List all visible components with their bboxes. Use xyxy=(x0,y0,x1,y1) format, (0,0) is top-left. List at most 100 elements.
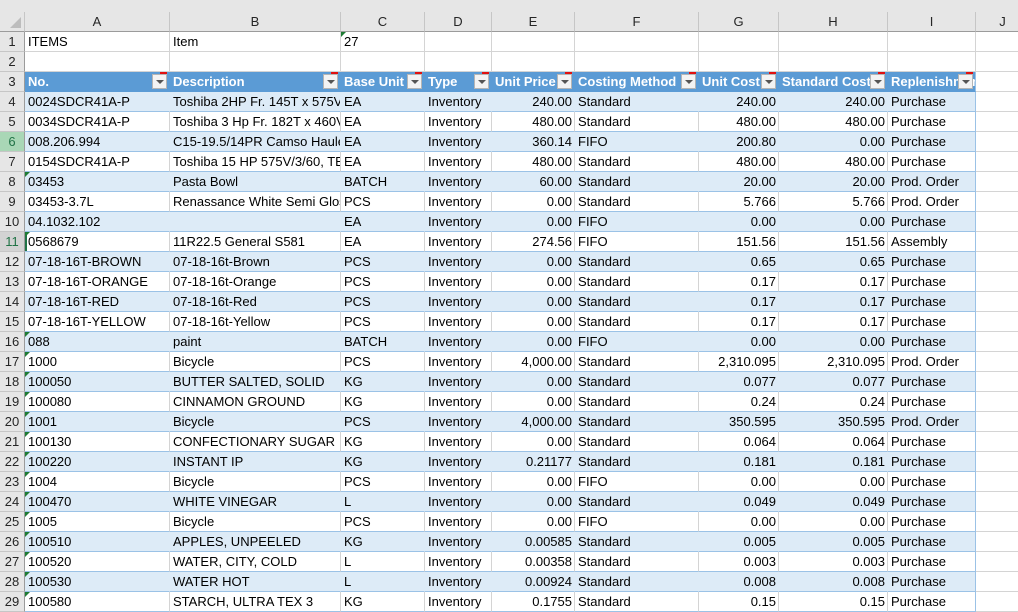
empty-cell[interactable] xyxy=(888,52,976,72)
cell-type[interactable]: Inventory xyxy=(425,472,492,492)
cell-method[interactable]: Standard xyxy=(575,152,699,172)
cell-type[interactable]: Inventory xyxy=(425,392,492,412)
cell-scost[interactable]: 0.17 xyxy=(779,312,888,332)
cell-price[interactable]: 0.00 xyxy=(492,512,575,532)
cell-no[interactable]: 100510 xyxy=(25,532,170,552)
cell-price[interactable]: 0.00 xyxy=(492,212,575,232)
cell-price[interactable]: 0.00 xyxy=(492,372,575,392)
column-header-f[interactable]: F xyxy=(575,12,699,32)
cell-price[interactable]: 0.00358 xyxy=(492,552,575,572)
cell-method[interactable]: Standard xyxy=(575,532,699,552)
cell-no[interactable]: 100080 xyxy=(25,392,170,412)
cell-method[interactable]: Standard xyxy=(575,252,699,272)
filter-dropdown-icon[interactable] xyxy=(681,72,696,89)
row-header[interactable]: 16 xyxy=(0,332,25,352)
row-header[interactable]: 26 xyxy=(0,532,25,552)
cell-scost[interactable]: 0.049 xyxy=(779,492,888,512)
cell-desc[interactable]: Toshiba 2HP Fr. 145T x 575V xyxy=(170,92,341,112)
cell-type[interactable]: Inventory xyxy=(425,372,492,392)
column-header-a[interactable]: A xyxy=(25,12,170,32)
row-header[interactable]: 5 xyxy=(0,112,25,132)
cell-repl[interactable]: Purchase xyxy=(888,452,976,472)
row-header[interactable]: 21 xyxy=(0,432,25,452)
cell-scost[interactable]: 0.064 xyxy=(779,432,888,452)
cell-no[interactable]: 04.1032.102 xyxy=(25,212,170,232)
cell-type[interactable]: Inventory xyxy=(425,312,492,332)
cell-desc[interactable]: CINNAMON GROUND xyxy=(170,392,341,412)
cell-price[interactable]: 480.00 xyxy=(492,152,575,172)
cell-unit[interactable]: PCS xyxy=(341,512,425,532)
cell-price[interactable]: 480.00 xyxy=(492,112,575,132)
row-header[interactable]: 7 xyxy=(0,152,25,172)
filter-dropdown-icon[interactable] xyxy=(407,72,422,89)
empty-cell[interactable] xyxy=(699,52,779,72)
cell-method[interactable]: FIFO xyxy=(575,472,699,492)
empty-cell[interactable] xyxy=(341,52,425,72)
cell-method[interactable]: Standard xyxy=(575,452,699,472)
cell-no[interactable]: 1004 xyxy=(25,472,170,492)
row-header[interactable]: 24 xyxy=(0,492,25,512)
table-header-unit-price[interactable]: Unit Price xyxy=(492,72,575,92)
cell-no[interactable]: 07-18-16T-ORANGE xyxy=(25,272,170,292)
cell-unit[interactable]: EA xyxy=(341,112,425,132)
cell-price[interactable]: 0.21177 xyxy=(492,452,575,472)
row-header[interactable]: 19 xyxy=(0,392,25,412)
cell-scost[interactable]: 0.181 xyxy=(779,452,888,472)
empty-cell[interactable] xyxy=(976,272,1018,292)
table-header-no[interactable]: No. xyxy=(25,72,170,92)
row-header[interactable]: 8 xyxy=(0,172,25,192)
empty-cell[interactable] xyxy=(575,52,699,72)
row-header[interactable]: 20 xyxy=(0,412,25,432)
cell-ucost[interactable]: 0.00 xyxy=(699,512,779,532)
cell-repl[interactable]: Purchase xyxy=(888,532,976,552)
cell-repl[interactable]: Purchase xyxy=(888,552,976,572)
cell-method[interactable]: Standard xyxy=(575,292,699,312)
cell-unit[interactable]: PCS xyxy=(341,412,425,432)
filter-dropdown-icon[interactable] xyxy=(152,72,167,89)
empty-cell[interactable] xyxy=(699,32,779,52)
cell-price[interactable]: 0.1755 xyxy=(492,592,575,612)
cell-desc[interactable]: WATER HOT xyxy=(170,572,341,592)
cell-ucost[interactable]: 0.24 xyxy=(699,392,779,412)
cell-scost[interactable]: 240.00 xyxy=(779,92,888,112)
cell-ucost[interactable]: 0.17 xyxy=(699,312,779,332)
cell-ucost[interactable]: 0.008 xyxy=(699,572,779,592)
empty-cell[interactable] xyxy=(976,412,1018,432)
cell-no[interactable]: 03453-3.7L xyxy=(25,192,170,212)
cell-ucost[interactable]: 0.15 xyxy=(699,592,779,612)
row-header[interactable]: 4 xyxy=(0,92,25,112)
row-header[interactable]: 10 xyxy=(0,212,25,232)
cell-desc[interactable]: Renassance White Semi Gloss xyxy=(170,192,341,212)
cell-scost[interactable]: 0.24 xyxy=(779,392,888,412)
empty-cell[interactable] xyxy=(976,492,1018,512)
cell-no[interactable]: 1001 xyxy=(25,412,170,432)
cell-method[interactable]: FIFO xyxy=(575,512,699,532)
cell-no[interactable]: 100520 xyxy=(25,552,170,572)
row-header[interactable]: 25 xyxy=(0,512,25,532)
cell-ucost[interactable]: 20.00 xyxy=(699,172,779,192)
cell-price[interactable]: 0.00924 xyxy=(492,572,575,592)
cell-unit[interactable]: EA xyxy=(341,212,425,232)
empty-cell[interactable] xyxy=(888,32,976,52)
cell-scost[interactable]: 0.00 xyxy=(779,472,888,492)
table-header-replenishment[interactable]: Replenishment System xyxy=(888,72,976,92)
cell-method[interactable]: Standard xyxy=(575,572,699,592)
empty-cell[interactable] xyxy=(779,32,888,52)
cell-desc[interactable]: paint xyxy=(170,332,341,352)
empty-cell[interactable] xyxy=(976,312,1018,332)
cell-method[interactable]: Standard xyxy=(575,192,699,212)
cell-scost[interactable]: 0.00 xyxy=(779,512,888,532)
cell-repl[interactable]: Purchase xyxy=(888,92,976,112)
empty-cell[interactable] xyxy=(976,112,1018,132)
cell-scost[interactable]: 0.65 xyxy=(779,252,888,272)
cell-scost[interactable]: 0.17 xyxy=(779,292,888,312)
cell-unit[interactable]: KG xyxy=(341,392,425,412)
cell-scost[interactable]: 350.595 xyxy=(779,412,888,432)
cell-scost[interactable]: 480.00 xyxy=(779,152,888,172)
empty-cell[interactable] xyxy=(779,52,888,72)
cell-a1[interactable]: ITEMS xyxy=(25,32,170,52)
cell-unit[interactable]: PCS xyxy=(341,352,425,372)
cell-repl[interactable]: Purchase xyxy=(888,472,976,492)
column-header-g[interactable]: G xyxy=(699,12,779,32)
cell-desc[interactable]: Bicycle xyxy=(170,472,341,492)
